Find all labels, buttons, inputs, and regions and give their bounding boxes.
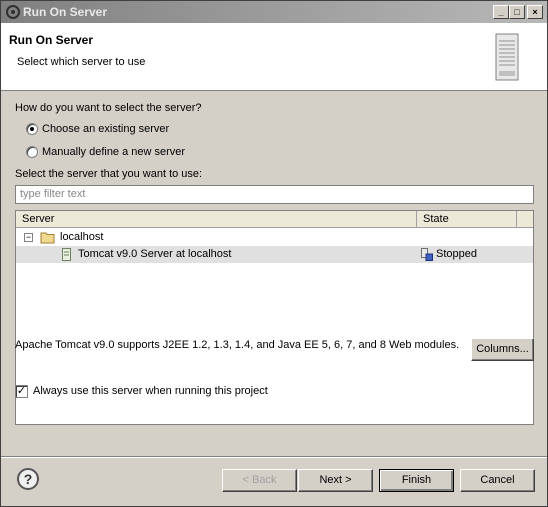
column-state[interactable]: State	[417, 211, 517, 228]
header-description: Select which server to use	[17, 56, 146, 68]
header-title: Run On Server	[9, 33, 94, 47]
minimize-button[interactable]: _	[493, 5, 509, 19]
footer-separator	[1, 456, 547, 458]
close-button[interactable]: ×	[527, 5, 543, 19]
tree-row-server[interactable]: Tomcat v9.0 Server at localhost Stopped	[16, 246, 533, 263]
next-button[interactable]: Next >	[298, 469, 373, 492]
table-header: Server State	[16, 211, 533, 228]
radio-selected-dot	[30, 127, 34, 131]
help-icon[interactable]: ?	[17, 468, 39, 490]
collapse-icon[interactable]: −	[24, 233, 33, 242]
minimize-icon: _	[498, 7, 504, 17]
finish-button[interactable]: Finish	[379, 469, 454, 492]
filter-input[interactable]: type filter text	[15, 185, 534, 204]
title-bar[interactable]: Run On Server _ □ ×	[1, 1, 547, 23]
back-button[interactable]: < Back	[222, 469, 297, 492]
maximize-button[interactable]: □	[509, 5, 525, 19]
dialog-window: Run On Server _ □ × Run On Server Select…	[0, 0, 548, 507]
wizard-header: Run On Server Select which server to use	[1, 23, 547, 91]
folder-icon	[40, 232, 55, 244]
filter-label: Select the server that you want to use:	[15, 168, 203, 180]
columns-button[interactable]: Columns...	[471, 338, 534, 361]
host-label: localhost	[60, 231, 104, 243]
server-description: Apache Tomcat v9.0 supports J2EE 1.2, 1.…	[15, 339, 460, 351]
app-gear-icon	[6, 5, 20, 19]
selection-question: How do you want to select the server?	[15, 102, 202, 114]
server-icon	[62, 248, 71, 261]
choose-existing-label[interactable]: Choose an existing server	[42, 123, 169, 135]
manual-define-label[interactable]: Manually define a new server	[42, 146, 185, 158]
tree-row-host[interactable]: − localhost	[16, 229, 533, 246]
server-state: Stopped	[436, 248, 477, 260]
server-graphic-icon	[495, 33, 519, 81]
server-state-icon	[421, 248, 433, 261]
close-icon: ×	[532, 7, 538, 17]
cancel-button[interactable]: Cancel	[460, 469, 535, 492]
column-server[interactable]: Server	[16, 211, 417, 228]
always-use-checkbox[interactable]: ✓	[15, 385, 28, 398]
window-title: Run On Server	[23, 5, 108, 19]
server-name: Tomcat v9.0 Server at localhost	[78, 248, 232, 260]
always-use-label[interactable]: Always use this server when running this…	[33, 385, 268, 397]
maximize-icon: □	[514, 7, 520, 17]
manual-define-radio[interactable]	[26, 146, 38, 158]
choose-existing-radio[interactable]	[26, 123, 38, 135]
